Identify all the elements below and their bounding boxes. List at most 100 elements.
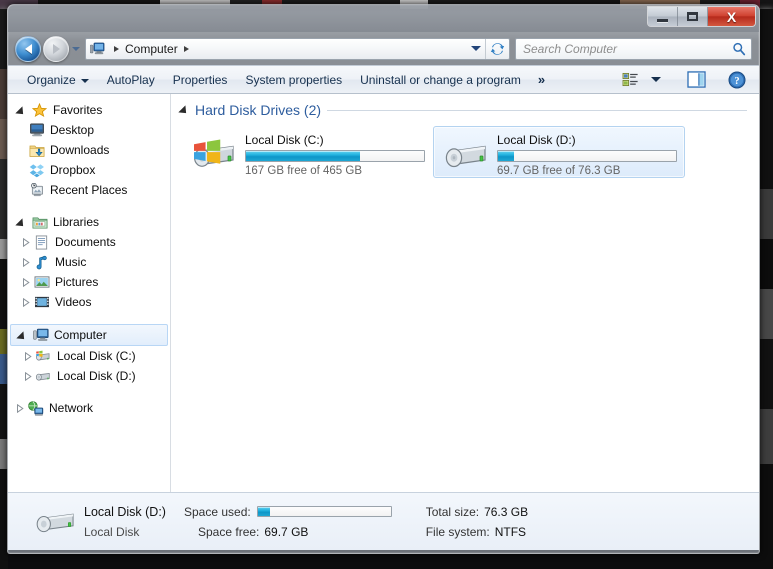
sidebar-item-recent-places[interactable]: Recent Places — [8, 180, 170, 200]
help-button[interactable]: ? — [723, 69, 751, 91]
maximize-button[interactable] — [678, 7, 708, 26]
toolbar-properties[interactable]: Properties — [164, 70, 237, 90]
network-icon — [27, 400, 44, 416]
breadcrumb-computer[interactable]: Computer — [125, 42, 178, 56]
drive-usage-fill — [498, 151, 515, 161]
sidebar-item-local-disk-d[interactable]: Local Disk (D:) — [8, 366, 170, 386]
collapsed-triangle-icon[interactable] — [24, 351, 35, 361]
collapsed-triangle-icon[interactable] — [16, 403, 27, 413]
expanded-triangle-icon[interactable] — [178, 105, 190, 117]
file-list-pane[interactable]: Hard Disk Drives (2) Local Disk (C:) 167… — [171, 94, 759, 492]
sidebar-item-desktop[interactable]: Desktop — [8, 120, 170, 140]
group-header-hard-disk-drives[interactable]: Hard Disk Drives (2) — [171, 94, 759, 118]
search-box[interactable]: Search Computer — [515, 37, 752, 60]
documents-icon — [33, 234, 50, 250]
search-icon — [727, 42, 751, 56]
expanded-triangle-icon[interactable] — [15, 105, 27, 118]
maximize-icon — [687, 12, 698, 21]
toolbar-organize-label: Organize — [27, 72, 76, 87]
sidebar-group-network[interactable]: Network — [8, 398, 170, 418]
change-view-dropdown[interactable] — [646, 75, 666, 84]
toolbar-autoplay-label: AutoPlay — [106, 72, 155, 87]
back-button[interactable] — [15, 35, 41, 62]
toolbar-autoplay[interactable]: AutoPlay — [98, 70, 164, 90]
breadcrumb-separator-icon — [114, 45, 119, 52]
minimize-button[interactable] — [648, 7, 678, 26]
recent-pages-button[interactable] — [69, 36, 82, 62]
search-input[interactable]: Search Computer — [516, 42, 727, 56]
videos-icon — [33, 294, 50, 310]
sidebar-group-libraries[interactable]: Libraries — [8, 212, 170, 232]
toolbar-uninstall-program[interactable]: Uninstall or change a program — [351, 70, 530, 90]
collapsed-triangle-icon[interactable] — [22, 277, 33, 287]
chevron-down-icon — [471, 46, 481, 51]
pictures-icon — [33, 274, 50, 290]
navigation-bar: Computer Search Computer — [8, 32, 759, 65]
downloads-folder-icon — [28, 142, 45, 158]
svg-text:?: ? — [734, 76, 739, 87]
sidebar-item-dropbox[interactable]: Dropbox — [8, 160, 170, 180]
libraries-icon — [31, 214, 48, 230]
sidebar-item-local-disk-c[interactable]: Local Disk (C:) — [8, 346, 170, 366]
toolbar-system-properties[interactable]: System properties — [236, 70, 351, 90]
collapsed-triangle-icon[interactable] — [22, 257, 33, 267]
navigation-pane[interactable]: Favorites Desktop Downloads Dropbox Rece… — [8, 94, 171, 492]
sidebar-group-computer-label: Computer — [54, 328, 107, 342]
preview-pane-button[interactable] — [682, 69, 711, 90]
drive-icon — [30, 505, 84, 539]
details-space-used-row: Space used: — [184, 505, 392, 519]
group-header-label: Hard Disk Drives (2) — [195, 102, 322, 118]
sidebar-item-music[interactable]: Music — [8, 252, 170, 272]
sidebar-group-favorites[interactable]: Favorites — [8, 100, 170, 120]
close-button[interactable]: X — [708, 7, 755, 26]
sidebar-item-documents[interactable]: Documents — [8, 232, 170, 252]
window-controls: X — [647, 6, 756, 27]
forward-button[interactable] — [43, 35, 69, 62]
collapsed-triangle-icon[interactable] — [22, 297, 33, 307]
music-icon — [33, 254, 50, 270]
toolbar-overflow-button[interactable]: » — [530, 72, 552, 87]
star-icon — [31, 102, 48, 118]
expanded-triangle-icon[interactable] — [16, 330, 28, 343]
toolbar-organize[interactable]: Organize — [18, 70, 98, 90]
drive-name: Local Disk (D:) — [497, 133, 576, 147]
window-body: Favorites Desktop Downloads Dropbox Rece… — [8, 94, 759, 492]
address-history-button[interactable] — [467, 46, 485, 51]
change-view-button[interactable] — [617, 70, 644, 89]
sidebar-item-documents-label: Documents — [55, 235, 116, 249]
collapsed-triangle-icon[interactable] — [24, 371, 35, 381]
sidebar-item-music-label: Music — [55, 255, 87, 269]
sidebar-item-videos[interactable]: Videos — [8, 292, 170, 312]
drive-usage-bar — [497, 150, 677, 162]
details-drive-name: Local Disk (D:) — [84, 504, 166, 519]
drive-tile-local-disk-c[interactable]: Local Disk (C:) 167 GB free of 465 GB — [181, 126, 433, 178]
sidebar-group-computer[interactable]: Computer — [10, 324, 168, 346]
command-toolbar: Organize AutoPlay Properties System prop… — [8, 65, 759, 94]
computer-icon — [32, 327, 49, 343]
collapsed-triangle-icon[interactable] — [22, 237, 33, 247]
drive-tile-local-disk-d[interactable]: Local Disk (D:) 69.7 GB free of 76.3 GB — [433, 126, 685, 178]
sidebar-item-downloads-label: Downloads — [50, 143, 110, 157]
close-icon: X — [726, 8, 737, 25]
sidebar-item-pictures[interactable]: Pictures — [8, 272, 170, 292]
screen: X Computer Search Computer Organize Auto… — [0, 0, 773, 569]
details-file-system-row: File system: NTFS — [426, 525, 528, 539]
address-bar[interactable]: Computer — [85, 37, 510, 60]
expanded-triangle-icon[interactable] — [15, 217, 27, 230]
details-total-size-value: 76.3 GB — [484, 504, 529, 519]
breadcrumb-separator-icon[interactable] — [183, 45, 189, 52]
details-space-used-label: Space used: — [184, 504, 251, 519]
desktop-icon — [28, 122, 45, 138]
sidebar-item-videos-label: Videos — [55, 295, 92, 309]
sidebar-group-favorites-label: Favorites — [53, 103, 103, 117]
details-total-size-label: Total size: — [425, 504, 480, 519]
help-icon: ? — [728, 71, 746, 88]
sidebar-group-network-label: Network — [49, 401, 94, 415]
refresh-button[interactable] — [485, 38, 509, 59]
dropbox-icon — [28, 162, 45, 178]
toolbar-properties-label: Properties — [172, 72, 228, 87]
details-space-free-label: Space free: — [198, 524, 260, 539]
sidebar-item-desktop-label: Desktop — [50, 123, 95, 137]
sidebar-item-downloads[interactable]: Downloads — [8, 140, 170, 160]
minimize-icon — [657, 18, 668, 22]
